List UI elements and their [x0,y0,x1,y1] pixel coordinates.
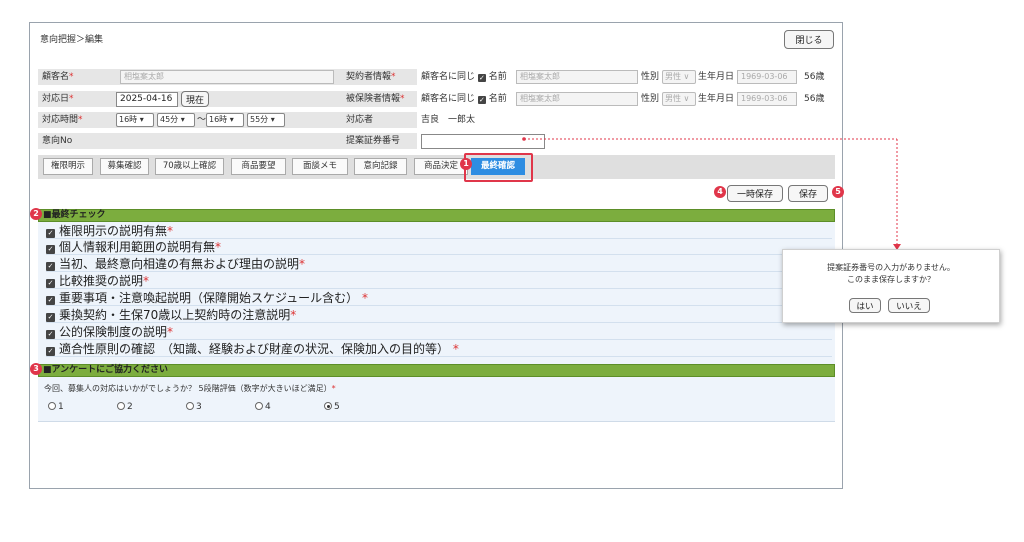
rating-radio-1[interactable]: 1 [48,402,64,412]
insured-gender-select[interactable]: 男性 ∨ [662,92,696,106]
intent-no-label: 意向No [38,133,368,149]
check-item-replacement[interactable]: ✓ 乗換契約・生保70歳以上契約時の注意説明* [46,308,832,323]
insured-same-checkbox[interactable]: 顧客名に同じ ✓ 名前 [421,91,507,107]
annotation-marker-2: 2 [30,208,42,220]
tab-intent-record[interactable]: 意向記録 [354,158,407,175]
start-hour-select[interactable]: 16時 ▾ [116,113,154,127]
form-row-intent-no: 意向No 提案証券番号 [38,133,834,150]
annotation-marker-3: 3 [30,363,42,375]
tab-product-request[interactable]: 商品要望 [231,158,286,175]
tab-interview-memo[interactable]: 面談メモ [292,158,348,175]
end-hour-select[interactable]: 16時 ▾ [206,113,244,127]
survey-panel: 今回、募集人の対応はいかがでしょうか？ 5段階評価（数字が大きいほど満足）* 1… [38,377,835,422]
check-item-authority[interactable]: ✓ 権限明示の説明有無* [46,224,832,239]
dialog-no-button[interactable]: いいえ [888,298,930,313]
date-input[interactable]: 2025-04-16 [116,92,178,107]
rating-radio-5[interactable]: 5 [324,402,340,412]
tab-solicitation-check[interactable]: 募集確認 [100,158,149,175]
check-item-intent-difference[interactable]: ✓ 当初、最終意向相違の有無および理由の説明* [46,257,832,272]
annotation-marker-4: 4 [714,186,726,198]
contractor-gender-select[interactable]: 男性 ∨ [662,70,696,84]
annotation-marker-5: 5 [832,186,844,198]
tab-authority[interactable]: 権限明示 [43,158,93,175]
handler-value: 吉良 一郎太 [421,115,476,125]
final-check-panel: ✓ 権限明示の説明有無* ✓ 個人情報利用範囲の説明有無* ✓ 当初、最終意向相違の有… [38,222,835,364]
contractor-same-checkbox[interactable]: 顧客名に同じ ✓ 名前 [421,69,507,85]
contractor-label-cell: 契約者情報* [342,69,417,85]
contractor-birth-field[interactable]: 1969-03-06 [737,70,797,84]
handler-label-cell: 対応者 [342,112,417,128]
check-item-important-matters[interactable]: ✓ 重要事項・注意喚起説明（保障開始スケジュール含む） * [46,291,832,306]
time-range-separator: 〜 [197,115,207,125]
end-minute-select[interactable]: 55分 ▾ [247,113,285,127]
insured-label-cell: 被保険者情報* [342,91,417,107]
confirm-dialog: 提案証券番号の入力がありません。 このまま保存しますか？ はい いいえ [782,249,1000,323]
insured-name-field[interactable]: 相塩案太郎 [516,92,638,106]
dialog-yes-button[interactable]: はい [849,298,881,313]
insured-birth-label: 生年月日 [698,94,735,104]
insured-birth-field[interactable]: 1969-03-06 [737,92,797,106]
dialog-message-line1: 提案証券番号の入力がありません。 [827,263,955,272]
edit-window: 意向把握＞編集 閉じる 顧客名* 相塩案太郎 契約者情報* 顧客名に同じ ✓ 名… [29,22,844,489]
survey-question: 今回、募集人の対応はいかがでしょうか？ 5段階評価（数字が大きいほど満足）* [44,384,336,393]
proposal-no-label: 提案証券番号 [342,133,417,149]
check-item-privacy[interactable]: ✓ 個人情報利用範囲の説明有無* [46,240,832,255]
insured-age: 56歳 [804,94,825,104]
contractor-age: 56歳 [804,72,825,82]
rating-radio-4[interactable]: 4 [255,402,271,412]
close-button[interactable]: 閉じる [784,30,834,49]
form-row-date: 対応日* 2025-04-16 現在 被保険者情報* 顧客名に同じ ✓ 名前 相… [38,91,834,108]
tab-over70-check[interactable]: 70歳以上確認 [155,158,224,175]
survey-header: ■アンケートにご協力ください [38,364,835,377]
tab-bar: 権限明示 募集確認 70歳以上確認 商品要望 面談メモ 意向記録 商品決定 最終… [38,155,835,179]
contractor-gender-label: 性別 [641,72,660,82]
insured-gender-label: 性別 [641,94,660,104]
final-check-tab-highlight [464,153,533,182]
save-button[interactable]: 保存 [788,185,828,202]
customer-name-field[interactable]: 相塩案太郎 [120,70,334,84]
check-item-suitability[interactable]: ✓ 適合性原則の確認 （知識、経験および財産の状況、保険加入の目的等） * [46,342,832,357]
final-check-header: ■最終チェック [38,209,835,222]
rating-radio-3[interactable]: 3 [186,402,202,412]
start-minute-select[interactable]: 45分 ▾ [157,113,195,127]
rating-radio-2[interactable]: 2 [117,402,133,412]
form-row-customer: 顧客名* 相塩案太郎 契約者情報* 顧客名に同じ ✓ 名前 相塩案太郎 性別 男… [38,69,834,86]
contractor-name-field[interactable]: 相塩案太郎 [516,70,638,84]
contractor-birth-label: 生年月日 [698,72,735,82]
dialog-message-line2: このまま保存しますか？ [847,275,935,284]
annotation-marker-1: 1 [460,158,472,170]
proposal-no-input[interactable] [421,134,545,149]
now-button[interactable]: 現在 [181,91,210,107]
check-item-comparison[interactable]: ✓ 比較推奨の説明* [46,274,832,289]
form-row-time: 対応時間* 16時 ▾ 45分 ▾ 〜 16時 ▾ 55分 ▾ 対応者 吉良 一… [38,112,834,129]
temp-save-button[interactable]: 一時保存 [727,185,783,202]
breadcrumb: 意向把握＞編集 [40,35,104,45]
check-item-public-insurance[interactable]: ✓ 公的保険制度の説明* [46,325,832,340]
